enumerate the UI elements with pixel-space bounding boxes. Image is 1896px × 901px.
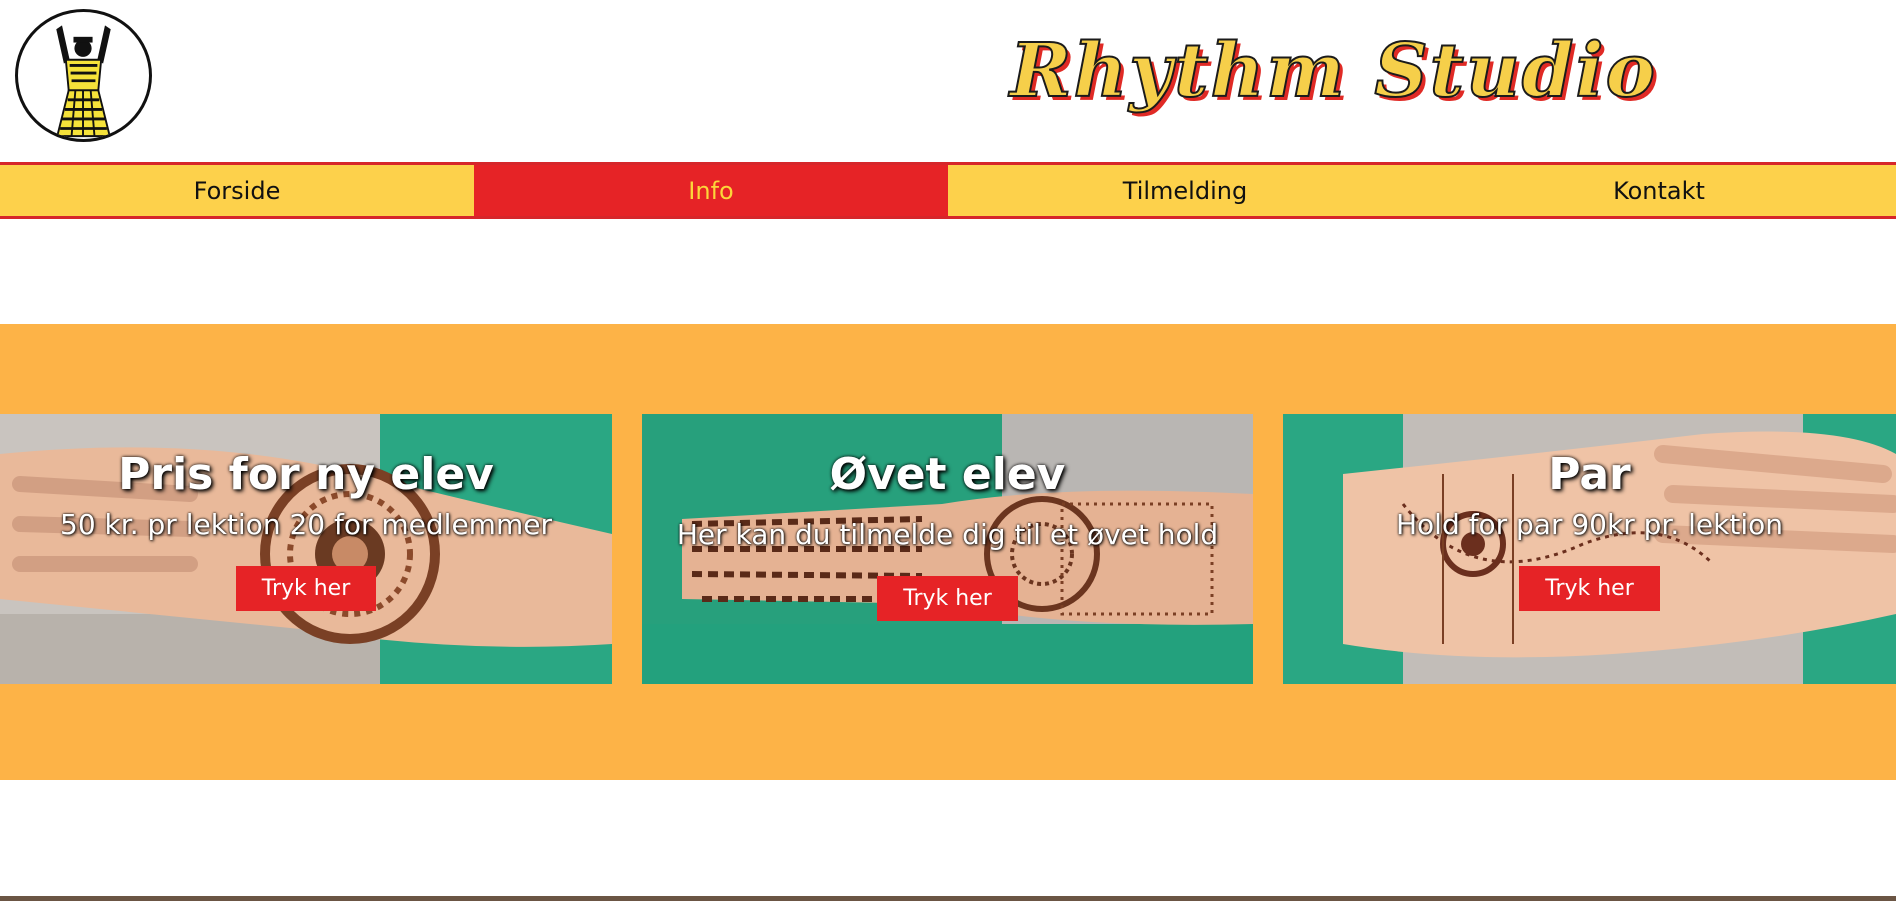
card-description: Hold for par 90kr pr. lektion [1395, 508, 1783, 541]
nav-item-kontakt[interactable]: Kontakt [1422, 165, 1896, 216]
site-title: Rhythm Studio [1009, 27, 1657, 115]
pricing-card-advanced-student: Øvet elev Her kan du tilmelde dig til et… [642, 414, 1253, 684]
nav-item-info[interactable]: Info [474, 165, 948, 216]
tryk-her-button[interactable]: Tryk her [877, 576, 1018, 621]
next-section-edge [0, 896, 1896, 901]
card-title: Øvet elev [829, 449, 1066, 500]
card-title: Par [1548, 449, 1631, 500]
tryk-her-button[interactable]: Tryk her [235, 566, 377, 611]
nav-item-tilmelding[interactable]: Tilmelding [948, 165, 1422, 216]
card-description: Her kan du tilmelde dig til et øvet hold [676, 518, 1219, 551]
card-description: 50 kr. pr lektion 20 for medlemmer [60, 508, 552, 541]
card-title: Pris for ny elev [118, 449, 494, 500]
pricing-card-new-student: Pris for ny elev 50 kr. pr lektion 20 fo… [0, 414, 612, 684]
main-nav: Forside Info Tilmelding Kontakt [0, 162, 1896, 219]
tryk-her-button[interactable]: Tryk her [1519, 566, 1660, 611]
pricing-card-couples: Par Hold for par 90kr pr. lektion Tryk h… [1283, 414, 1896, 684]
nav-item-forside[interactable]: Forside [0, 165, 474, 216]
site-header: Rhythm Studio [0, 0, 1896, 162]
dancer-logo-icon[interactable] [15, 9, 152, 142]
